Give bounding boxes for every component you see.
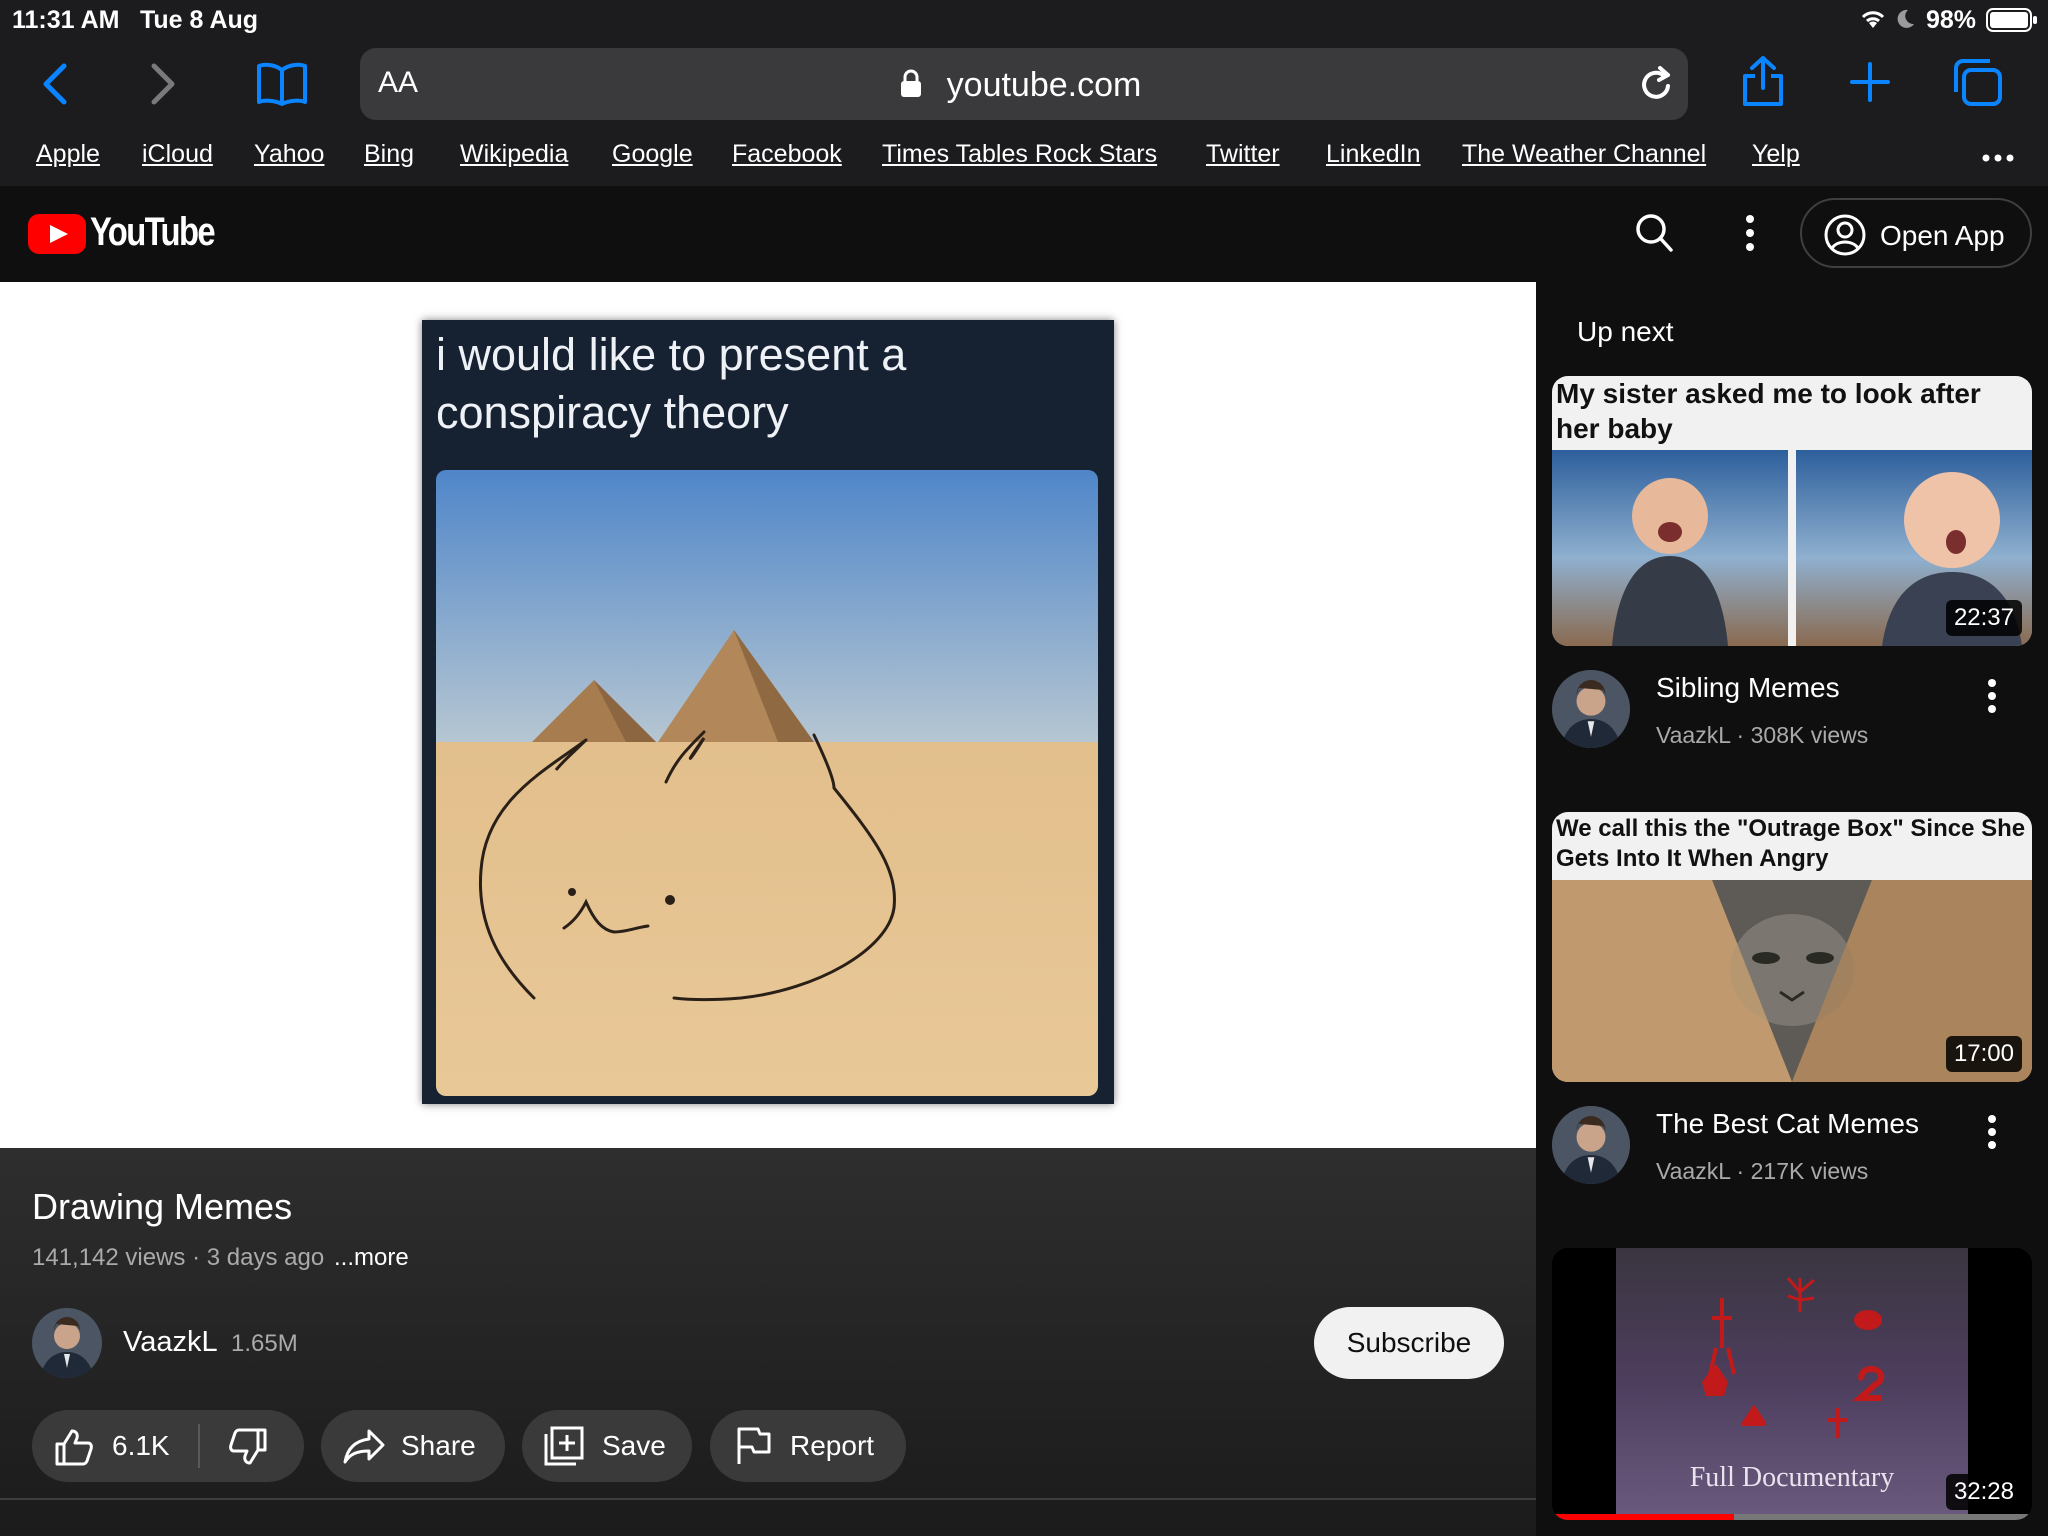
bookmark-facebook[interactable]: Facebook [732,140,842,169]
rec-video-title[interactable]: The Best Cat Memes [1656,1108,1919,1140]
like-count[interactable]: 6.1K [112,1430,170,1462]
like-dislike-group: 6.1K [32,1410,304,1482]
subscribe-label: Subscribe [1346,1327,1472,1358]
bookmark-linkedin[interactable]: LinkedIn [1326,140,1421,169]
bookmark-google[interactable]: Google [612,140,693,169]
up-next-sidebar: Up next My sister asked me to look after… [1536,282,2048,1536]
rec-video-meta: VaazkL · 308K views [1656,722,1869,748]
kebab-menu-icon[interactable] [1986,1114,1998,1155]
rec-channel: VaazkL [1656,1158,1731,1184]
save-label: Save [602,1430,666,1461]
documentary-picture: Full Documentary [1616,1248,1968,1520]
battery-icon [1986,8,2038,37]
video-frame-meme: i would like to present a conspiracy the… [422,320,1114,1104]
report-label: Report [790,1430,875,1461]
meme-pyramids-picture [436,470,1098,1096]
kebab-menu-icon[interactable] [1744,214,1756,257]
rec-channel: VaazkL [1656,722,1731,748]
video-title: Drawing Memes [32,1186,293,1227]
wifi-icon [1858,8,1888,35]
forward-icon[interactable] [148,62,178,106]
battery-percent: 98% [1926,6,1977,34]
share-button[interactable]: Share [321,1410,505,1482]
video-player[interactable]: i would like to present a conspiracy the… [0,282,1536,1148]
bookmark-twitter[interactable]: Twitter [1206,140,1280,169]
reload-icon[interactable] [1638,64,1676,109]
add-to-playlist-icon [544,1426,584,1471]
youtube-header: YouTube Open App [0,186,2048,282]
subscriber-count: 1.65M [231,1330,298,1357]
kebab-menu-icon[interactable] [1986,678,1998,719]
bookmark-the-weather-channel[interactable]: The Weather Channel [1462,140,1706,169]
up-next-heading: Up next [1577,316,1674,347]
status-date: Tue 8 Aug [140,6,259,34]
thumbs-down-icon[interactable] [228,1428,268,1471]
bookmark-yahoo[interactable]: Yahoo [254,140,324,169]
rec-views: 217K views [1750,1158,1869,1184]
account-circle-icon [1824,214,1866,261]
bookmark-bing[interactable]: Bing [364,140,414,169]
rec-views: 308K views [1750,722,1869,748]
watch-progress-track [1552,1514,2032,1520]
open-app-button[interactable]: Open App [1800,198,2032,268]
moon-icon [1894,8,1916,35]
tabs-overview-icon[interactable] [1952,58,2004,113]
thumbnail-caption: We call this the "Outrage Box" Since She… [1556,815,2026,872]
channel-avatar[interactable] [1552,1106,1630,1184]
rec-video-title[interactable]: Sibling Memes [1656,672,1840,704]
save-button[interactable]: Save [522,1410,692,1482]
thumbnail-cat-memes[interactable]: We call this the "Outrage Box" Since She… [1552,812,2032,1082]
video-info-panel: Drawing Memes 141,142 views · 3 days ago… [0,1148,1536,1536]
channel-avatar[interactable] [1552,670,1630,748]
bookmark-icloud[interactable]: iCloud [142,140,213,169]
thumbnail-caption: Full Documentary [1690,1462,1895,1493]
share-arrow-icon [343,1428,385,1469]
video-meta: 141,142 views · 3 days ago [32,1244,325,1271]
channel-name[interactable]: VaazkL [123,1326,218,1359]
video-duration: 32:28 [1945,1474,2022,1510]
browser-chrome: 11:31 AM Tue 8 Aug 98% AA youtube.com Ap… [0,0,2048,186]
thumbnail-full-documentary[interactable]: Full Documentary 32:28 [1552,1248,2032,1520]
bookmarks-book-icon[interactable] [256,62,308,106]
description-more-link[interactable]: ...more [334,1244,409,1272]
channel-avatar[interactable] [32,1308,102,1378]
like-divider [198,1424,200,1468]
status-time: 11:31 AM [12,6,120,34]
report-button[interactable]: Report [710,1410,906,1482]
search-icon[interactable] [1634,212,1674,259]
new-tab-plus-icon[interactable] [1850,62,1890,107]
rec-video-meta: VaazkL · 217K views [1656,1158,1869,1184]
bookmark-yelp[interactable]: Yelp [1752,140,1800,169]
back-icon[interactable] [40,62,70,106]
address-bar[interactable]: AA youtube.com [360,48,1688,120]
more-bookmarks-ellipsis-icon[interactable] [1982,150,2014,168]
youtube-logo-text[interactable]: YouTube [90,210,216,255]
video-duration: 17:00 [1945,1036,2022,1072]
subscribe-button[interactable]: Subscribe [1314,1307,1504,1379]
thumbs-up-icon[interactable] [54,1428,94,1471]
bookmark-wikipedia[interactable]: Wikipedia [460,140,568,169]
share-icon[interactable] [1740,56,1786,113]
thumbnail-caption: My sister asked me to look after her bab… [1556,378,1981,444]
url-text: youtube.com [946,66,1142,104]
share-label: Share [401,1430,476,1461]
bookmark-times-tables-rock-stars[interactable]: Times Tables Rock Stars [882,140,1157,169]
bookmark-apple[interactable]: Apple [36,140,100,169]
meme-caption: i would like to present a conspiracy the… [436,329,907,438]
divider-line [0,1498,1536,1500]
thumbnail-sibling-memes[interactable]: My sister asked me to look after her bab… [1552,376,2032,646]
watch-progress-fill [1552,1514,1735,1520]
flag-icon [736,1426,772,1471]
youtube-logo-icon[interactable] [28,214,86,259]
video-duration: 22:37 [1945,600,2022,636]
open-app-label: Open App [1880,220,2005,251]
